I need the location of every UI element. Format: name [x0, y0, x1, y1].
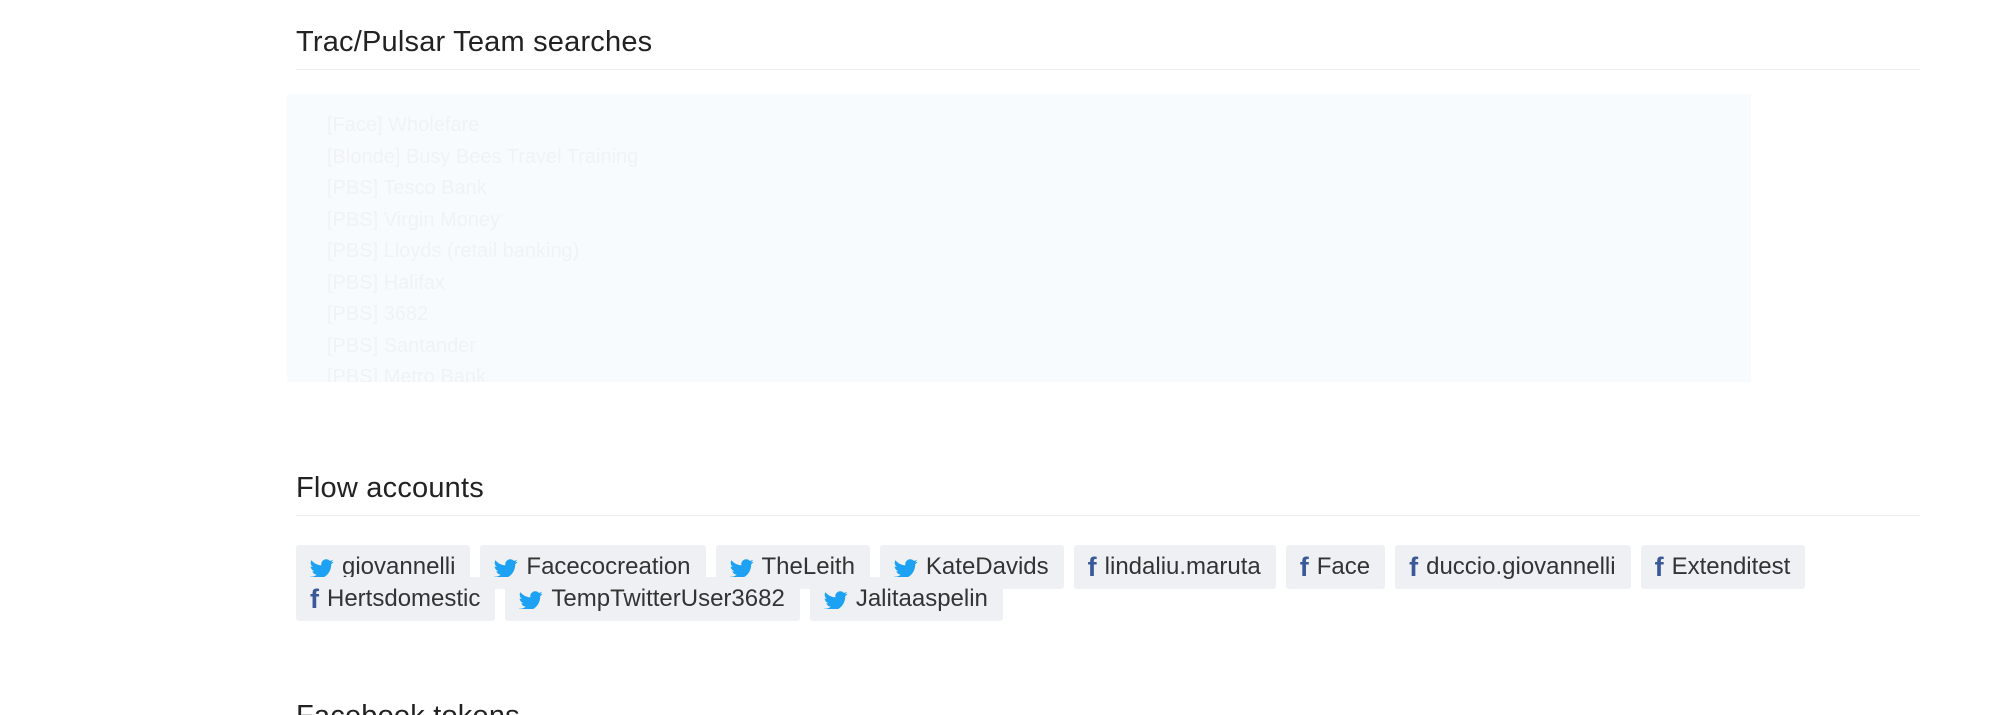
search-item[interactable]: [PBS] 3682: [327, 299, 1751, 331]
flow-accounts-list: giovannelli Facecocreation TheLeith KateDav…: [296, 545, 1816, 621]
account-name: Extenditest: [1671, 553, 1791, 580]
account-chip-facebook[interactable]: f Face: [1285, 545, 1386, 589]
page: Trac/Pulsar Team searches [Face] Wholefa…: [0, 0, 2000, 715]
facebook-tokens-section-title: Facebook tokens: [296, 700, 520, 715]
facebook-icon: f: [1299, 551, 1309, 582]
account-name: duccio.giovannelli: [1426, 553, 1616, 580]
facebook-icon: f: [310, 583, 319, 614]
account-name: TempTwitterUser3682: [551, 585, 785, 612]
account-chip-facebook[interactable]: f duccio.giovannelli: [1395, 545, 1631, 589]
search-item[interactable]: [PBS] Virgin Money: [327, 205, 1751, 237]
flow-accounts-section-title: Flow accounts: [296, 472, 484, 504]
search-item[interactable]: [PBS] Metro Bank: [327, 362, 1751, 382]
twitter-icon: [310, 557, 334, 577]
twitter-icon: [519, 589, 543, 609]
account-name: Face: [1316, 553, 1371, 580]
searches-list: [Face] Wholefare [Blonde] Busy Bees Trave…: [287, 94, 1751, 382]
searches-section-title: Trac/Pulsar Team searches: [296, 26, 653, 58]
twitter-icon: [893, 557, 918, 577]
twitter-icon: [823, 589, 848, 609]
facebook-icon: f: [1087, 551, 1097, 582]
facebook-icon: f: [1654, 551, 1664, 582]
search-item[interactable]: [PBS] Tesco Bank: [327, 173, 1751, 205]
twitter-icon: [729, 557, 754, 577]
twitter-icon: [494, 557, 519, 577]
account-chip-twitter[interactable]: TempTwitterUser3682: [505, 577, 800, 621]
search-item[interactable]: [Face] Wholefare: [327, 110, 1751, 142]
account-name: Hertsdomestic: [327, 585, 481, 612]
account-name: Jalitaaspelin: [855, 585, 988, 612]
search-item[interactable]: [Blonde] Busy Bees Travel Training: [327, 142, 1751, 174]
section-divider: [296, 515, 1920, 516]
account-chip-facebook[interactable]: f Extenditest: [1640, 545, 1806, 589]
account-chip-facebook[interactable]: f Hertsdomestic: [296, 577, 496, 621]
facebook-icon: f: [1409, 551, 1419, 582]
search-item[interactable]: [PBS] Lloyds (retail banking): [327, 236, 1751, 268]
section-divider: [296, 69, 1920, 70]
searches-list-box: [Face] Wholefare [Blonde] Busy Bees Trave…: [287, 94, 1751, 382]
account-chip-facebook[interactable]: f lindaliu.maruta: [1073, 545, 1276, 589]
search-item[interactable]: [PBS] Santander: [327, 331, 1751, 363]
account-chip-twitter[interactable]: Jalitaaspelin: [809, 577, 1003, 621]
search-item[interactable]: [PBS] Halifax: [327, 268, 1751, 300]
account-name: lindaliu.maruta: [1104, 553, 1261, 580]
